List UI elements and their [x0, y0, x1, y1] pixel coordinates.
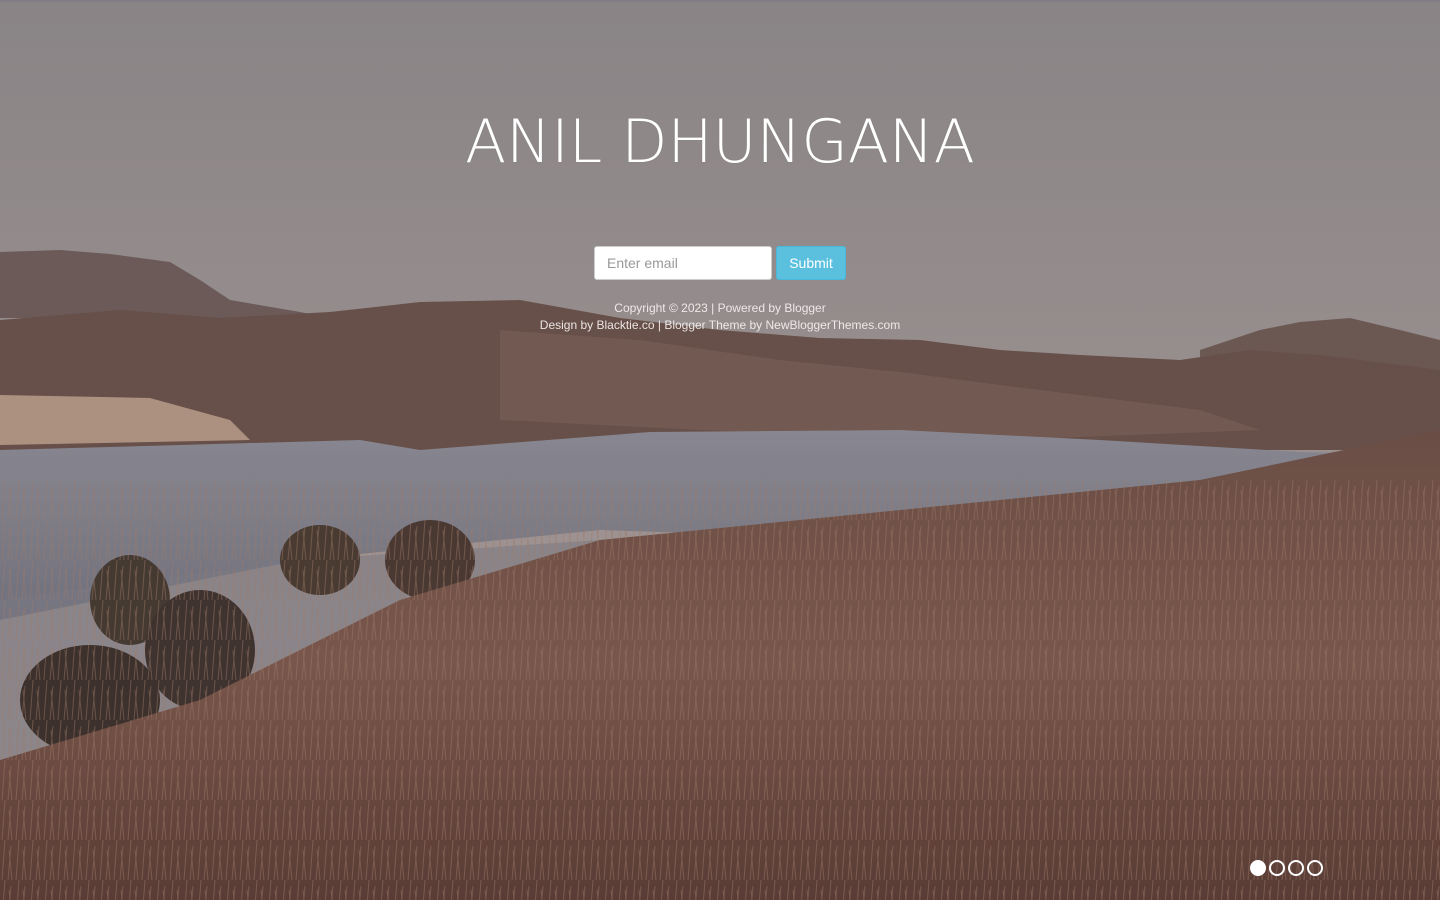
blacktie-link[interactable]: Blacktie.co: [597, 318, 655, 332]
slide-dot-2[interactable]: [1269, 860, 1285, 876]
copyright-line: Copyright © 2023 | Powered by Blogger: [0, 300, 1440, 317]
design-prefix-text: Design by: [539, 318, 597, 332]
design-credit-line: Design by Blacktie.co | Blogger Theme by…: [0, 317, 1440, 334]
copyright-text: Copyright © 2023 | Powered by: [614, 301, 785, 315]
email-input[interactable]: [594, 246, 772, 280]
newbloggerthemes-link[interactable]: NewBloggerThemes.com: [765, 318, 900, 332]
slide-dot-3[interactable]: [1288, 860, 1304, 876]
slide-dot-1[interactable]: [1250, 860, 1266, 876]
slider-pagination: [1250, 860, 1323, 880]
top-border: [0, 0, 1440, 2]
slide-dot-4[interactable]: [1307, 860, 1323, 876]
blogger-link[interactable]: Blogger: [784, 301, 825, 315]
submit-button[interactable]: Submit: [776, 246, 846, 280]
theme-credit-text: | Blogger Theme by: [654, 318, 766, 332]
subscribe-form: Submit: [594, 246, 854, 280]
site-title: ANIL DHUNGANA: [465, 107, 975, 177]
footer-credits: Copyright © 2023 | Powered by Blogger De…: [0, 300, 1440, 334]
